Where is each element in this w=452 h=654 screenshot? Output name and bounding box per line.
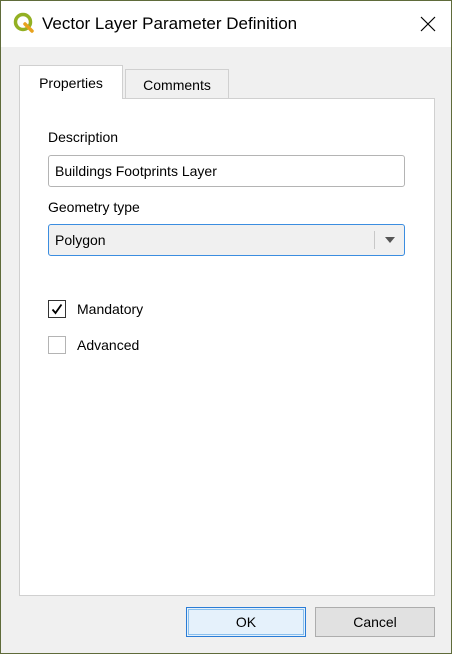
combo-separator — [374, 231, 375, 249]
close-button[interactable] — [405, 1, 451, 47]
tab-comments[interactable]: Comments — [125, 69, 229, 99]
cancel-button[interactable]: Cancel — [315, 607, 435, 637]
tab-properties-label: Properties — [39, 74, 103, 91]
description-label: Description — [48, 129, 119, 145]
mandatory-row[interactable]: Mandatory — [48, 298, 143, 320]
title-bar: Vector Layer Parameter Definition — [1, 1, 451, 47]
advanced-label: Advanced — [77, 337, 140, 353]
ok-button[interactable]: OK — [186, 607, 306, 637]
mandatory-label: Mandatory — [77, 301, 144, 317]
geometry-type-value: Polygon — [55, 232, 106, 248]
advanced-row[interactable]: Advanced — [48, 334, 139, 356]
mandatory-checkbox[interactable] — [48, 300, 66, 318]
ok-button-label: OK — [235, 614, 257, 630]
window-title: Vector Layer Parameter Definition — [42, 14, 298, 33]
description-input[interactable]: Buildings Footprints Layer — [48, 155, 405, 187]
cancel-button-label: Cancel — [353, 614, 397, 630]
tab-comments-label: Comments — [143, 76, 211, 93]
dialog-window: Vector Layer Parameter Definition Proper… — [0, 0, 452, 654]
geometry-type-label: Geometry type — [48, 199, 140, 215]
geometry-type-select[interactable]: Polygon — [48, 224, 405, 256]
chevron-down-icon[interactable] — [385, 237, 395, 243]
checkmark-icon — [51, 303, 63, 315]
tab-properties[interactable]: Properties — [19, 65, 123, 99]
advanced-checkbox[interactable] — [48, 336, 66, 354]
qgis-logo-icon — [13, 12, 35, 34]
close-icon — [420, 16, 436, 32]
